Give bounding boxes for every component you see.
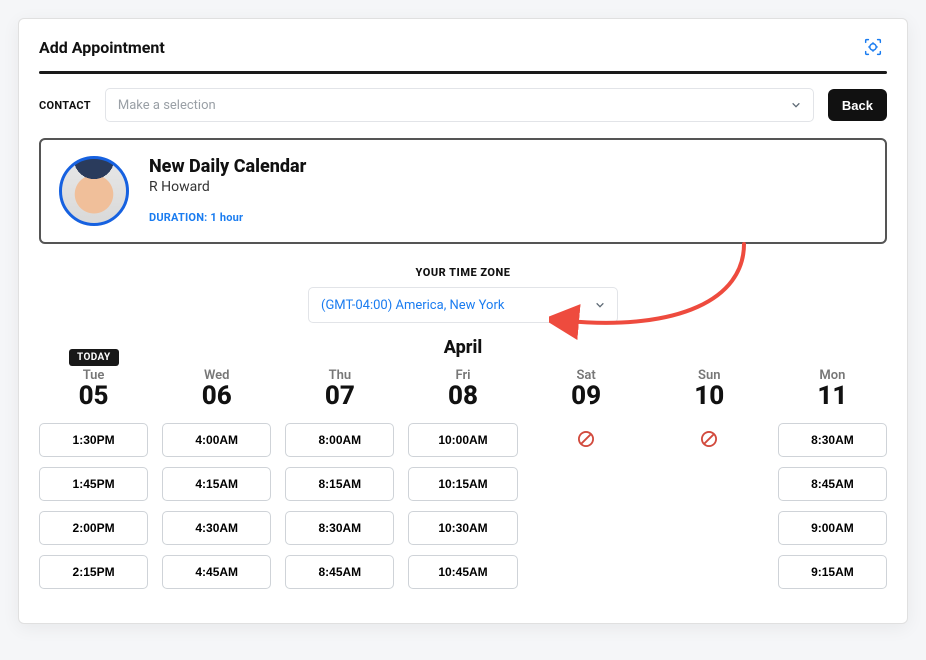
day-column: Fri0810:00AM10:15AM10:30AM10:45AM bbox=[408, 368, 517, 589]
time-slot[interactable]: 4:00AM bbox=[162, 423, 271, 457]
time-slot[interactable]: 1:30PM bbox=[39, 423, 148, 457]
time-slot[interactable]: 2:15PM bbox=[39, 555, 148, 589]
calendar-owner: R Howard bbox=[149, 179, 306, 195]
time-slot[interactable]: 8:45AM bbox=[778, 467, 887, 501]
duration-label: DURATION: 1 hour bbox=[149, 211, 306, 224]
time-slot[interactable]: 8:15AM bbox=[285, 467, 394, 501]
day-column: Sun10 bbox=[655, 368, 764, 589]
contact-placeholder: Make a selection bbox=[118, 98, 216, 113]
today-badge: TODAY bbox=[69, 349, 119, 366]
time-slot[interactable]: 8:30AM bbox=[778, 423, 887, 457]
day-number: 10 bbox=[655, 381, 764, 411]
day-number: 08 bbox=[408, 381, 517, 411]
day-number: 09 bbox=[532, 381, 641, 411]
day-column: Thu078:00AM8:15AM8:30AM8:45AM bbox=[285, 368, 394, 589]
day-number: 06 bbox=[162, 381, 271, 411]
chevron-down-icon bbox=[791, 100, 801, 110]
timezone-value: (GMT-04:00) America, New York bbox=[321, 298, 504, 313]
day-column: Mon118:30AM8:45AM9:00AM9:15AM bbox=[778, 368, 887, 589]
timezone-label: YOUR TIME ZONE bbox=[19, 266, 907, 279]
settings-scan-icon[interactable] bbox=[859, 33, 887, 61]
time-slot[interactable]: 9:00AM bbox=[778, 511, 887, 545]
time-slot[interactable]: 1:45PM bbox=[39, 467, 148, 501]
day-column: Wed064:00AM4:15AM4:30AM4:45AM bbox=[162, 368, 271, 589]
no-availability-icon bbox=[655, 429, 764, 449]
timezone-select[interactable]: (GMT-04:00) America, New York bbox=[308, 287, 618, 323]
no-availability-icon bbox=[532, 429, 641, 449]
time-slot[interactable]: 8:00AM bbox=[285, 423, 394, 457]
calendar-summary-card: New Daily Calendar R Howard DURATION: 1 … bbox=[39, 138, 887, 244]
time-slot[interactable]: 4:45AM bbox=[162, 555, 271, 589]
time-slot[interactable]: 10:15AM bbox=[408, 467, 517, 501]
time-slot[interactable]: 2:00PM bbox=[39, 511, 148, 545]
time-slot[interactable]: 9:15AM bbox=[778, 555, 887, 589]
day-number: 05 bbox=[39, 381, 148, 411]
time-slot[interactable]: 8:45AM bbox=[285, 555, 394, 589]
day-column: TODAYTue051:30PM1:45PM2:00PM2:15PM bbox=[39, 368, 148, 589]
month-label: April bbox=[19, 337, 907, 358]
avatar bbox=[59, 156, 129, 226]
week-grid: TODAYTue051:30PM1:45PM2:00PM2:15PMWed064… bbox=[39, 368, 887, 589]
time-slot[interactable]: 4:15AM bbox=[162, 467, 271, 501]
contact-select[interactable]: Make a selection bbox=[105, 88, 814, 122]
time-slot[interactable]: 4:30AM bbox=[162, 511, 271, 545]
time-slot[interactable]: 10:30AM bbox=[408, 511, 517, 545]
calendar-title: New Daily Calendar bbox=[149, 156, 306, 177]
time-slot[interactable]: 10:45AM bbox=[408, 555, 517, 589]
page-title: Add Appointment bbox=[39, 38, 165, 57]
day-number: 07 bbox=[285, 381, 394, 411]
back-button[interactable]: Back bbox=[828, 89, 887, 121]
contact-label: CONTACT bbox=[39, 99, 91, 112]
day-column: Sat09 bbox=[532, 368, 641, 589]
chevron-down-icon bbox=[595, 300, 605, 310]
day-number: 11 bbox=[778, 381, 887, 411]
time-slot[interactable]: 8:30AM bbox=[285, 511, 394, 545]
time-slot[interactable]: 10:00AM bbox=[408, 423, 517, 457]
